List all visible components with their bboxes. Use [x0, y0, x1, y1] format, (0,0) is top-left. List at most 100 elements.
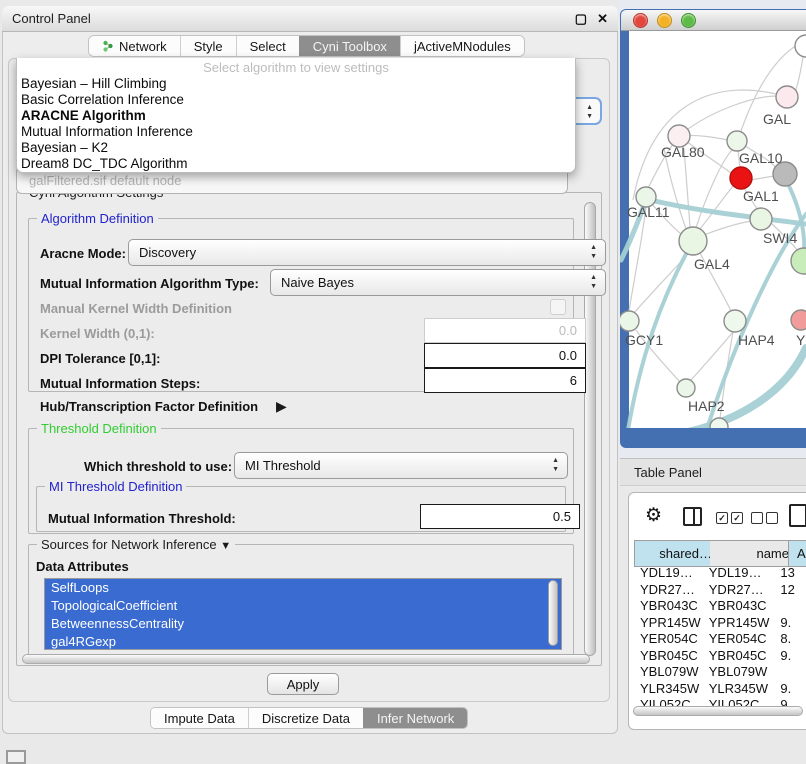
table-row[interactable]: YPR145WYPR145W9.	[634, 615, 806, 632]
data-attributes-list[interactable]: SelfLoopsTopologicalCoefficientBetweenne…	[44, 578, 562, 650]
mi-threshold-input[interactable]: 0.5	[420, 504, 580, 529]
aracne-mode-combo[interactable]: Discovery ▲▼	[128, 239, 606, 266]
table-header-name[interactable]: name	[710, 540, 798, 567]
table-row[interactable]: YBL079WYBL079W	[634, 664, 806, 681]
zoom-traffic-light-icon[interactable]	[681, 13, 696, 28]
tab-jactivemnodules[interactable]: jActiveMNodules	[400, 36, 524, 56]
attribute-item-topologicalcoefficient[interactable]: TopologicalCoefficient	[45, 597, 561, 615]
sources-title-text: Sources for Network Inference	[41, 537, 217, 552]
dpi-tolerance-value: 0.0	[559, 348, 577, 363]
network-window-titlebar[interactable]	[621, 10, 806, 31]
table-row[interactable]: YBR043CYBR043C	[634, 598, 806, 615]
tab-style[interactable]: Style	[180, 36, 236, 56]
bottom-tab-discretize-data[interactable]: Discretize Data	[248, 708, 363, 728]
data-attributes-label: Data Attributes	[36, 559, 129, 574]
table-row[interactable]: YER054CYER054C8.	[634, 631, 806, 648]
network-node-gcy1[interactable]	[620, 311, 639, 331]
node-label-gal10: GAL10	[739, 150, 783, 166]
network-node-hap4[interactable]	[724, 310, 746, 332]
attribute-item-selfloops[interactable]: SelfLoops	[45, 579, 561, 597]
unchecked-columns-icon[interactable]	[751, 512, 778, 524]
hub-definition-label: Hub/Transcription Factor Definition	[40, 399, 258, 414]
float-window-icon[interactable]: ▢	[575, 11, 587, 27]
apply-button-label: Apply	[287, 677, 320, 692]
network-node-gal4[interactable]	[679, 227, 707, 255]
manual-kernel-checkbox[interactable]	[550, 299, 566, 315]
expand-arrow-icon[interactable]: ▼	[220, 540, 231, 552]
table-horizontal-scrollbar[interactable]	[633, 706, 803, 716]
bottom-tab-impute-data[interactable]: Impute Data	[151, 708, 248, 728]
which-threshold-combo[interactable]: MI Threshold ▲▼	[234, 452, 568, 479]
cell-shared-name: YPR145W	[634, 615, 705, 632]
algorithm-option-bayesian-hill-climbing[interactable]: Bayesian – Hill Climbing	[17, 76, 575, 92]
network-node-swi4[interactable]	[750, 208, 772, 230]
collapse-arrow-icon[interactable]: ▶	[276, 398, 287, 415]
cell-shared-name: YER054C	[634, 631, 705, 648]
algorithm-option-basic-correlation-inference[interactable]: Basic Correlation Inference	[17, 92, 575, 108]
network-node-gal10[interactable]	[727, 131, 747, 151]
control-panel-titlebar: Control Panel ▢ ✕	[2, 6, 618, 32]
node-label-gal1: GAL1	[743, 188, 779, 204]
algorithm-option-aracne-algorithm[interactable]: ARACNE Algorithm	[17, 108, 575, 124]
network-node-hap2[interactable]	[677, 379, 695, 397]
table-header-third[interactable]: A	[788, 540, 806, 567]
sources-group-title: Sources for Network Inference ▼	[37, 537, 235, 552]
attribute-item-gal4rgexp[interactable]: gal4RGexp	[45, 633, 561, 650]
network-canvas[interactable]: GALGAL80GAL10GAL1GAL11SWI4GAL4GCY1HAP4YH…	[620, 31, 806, 428]
which-threshold-value: MI Threshold	[245, 458, 321, 473]
combo-stepper-icon: ▲▼	[590, 273, 597, 291]
split-columns-icon[interactable]	[683, 507, 702, 526]
kernel-width-input[interactable]: 0.0	[424, 318, 586, 343]
attributes-list-scrollbar[interactable]	[548, 580, 558, 646]
mi-type-combo[interactable]: Naive Bayes ▲▼	[270, 269, 606, 296]
checked-columns-icon[interactable]: ✓ ✓	[716, 512, 743, 524]
dpi-tolerance-input[interactable]: 0.0	[424, 343, 586, 368]
bottom-tab-infer-network[interactable]: Infer Network	[363, 708, 467, 728]
mi-type-value: Naive Bayes	[281, 275, 354, 290]
table-panel-titlebar: Table Panel	[620, 458, 806, 486]
attribute-item-betweennesscentrality[interactable]: BetweennessCentrality	[45, 615, 561, 633]
kernel-width-value: 0.0	[559, 323, 577, 338]
manual-kernel-label: Manual Kernel Width Definition	[40, 301, 232, 316]
cell-name: YBR045C	[705, 648, 775, 665]
mi-threshold-group-title: MI Threshold Definition	[45, 479, 186, 494]
combo-stepper-icon: ▲▼	[586, 103, 593, 121]
gear-icon[interactable]: ⚙	[645, 505, 662, 527]
table-header-shared-name[interactable]: shared…	[634, 540, 721, 567]
apply-button[interactable]: Apply	[267, 673, 339, 695]
table-row[interactable]: YDL19…YDL19…13	[634, 565, 806, 582]
dpi-tolerance-label: DPI Tolerance [0,1]:	[40, 351, 160, 366]
document-icon[interactable]	[789, 504, 806, 527]
network-node-y[interactable]	[791, 310, 806, 330]
network-node-gal[interactable]	[776, 86, 798, 108]
node-label-y: Y	[796, 332, 806, 348]
tab-cyni-toolbox[interactable]: Cyni Toolbox	[299, 36, 400, 56]
tab-label: jActiveMNodules	[414, 39, 511, 54]
table-row[interactable]: YDR27…YDR27…12	[634, 582, 806, 599]
table-row[interactable]: YLR345WYLR345W9.	[634, 681, 806, 698]
close-icon[interactable]: ✕	[597, 11, 608, 27]
network-node-gal1[interactable]	[730, 167, 752, 189]
cell-value: 9.	[774, 615, 806, 632]
tab-label: Cyni Toolbox	[313, 39, 387, 54]
threshold-definition-title: Threshold Definition	[37, 421, 161, 436]
algorithm-option-dream8-dc-tdc-algorithm[interactable]: Dream8 DC_TDC Algorithm	[17, 156, 575, 172]
algorithm-dropdown-list: Select algorithm to view settings Bayesi…	[16, 58, 576, 173]
tab-label: Style	[194, 39, 223, 54]
minimize-traffic-light-icon[interactable]	[657, 13, 672, 28]
node-label-gal4: GAL4	[694, 256, 730, 272]
cell-value	[774, 664, 806, 681]
close-traffic-light-icon[interactable]	[633, 13, 648, 28]
mi-steps-input[interactable]: 6	[424, 368, 586, 393]
settings-horizontal-scrollbar[interactable]	[22, 654, 590, 664]
tab-select[interactable]: Select	[236, 36, 299, 56]
table-row[interactable]: YBR045CYBR045C9.	[634, 648, 806, 665]
algorithm-option-mutual-information-inference[interactable]: Mutual Information Inference	[17, 124, 575, 140]
control-panel-tabbar: Network Style Select Cyni Toolbox jActiveMNo…	[88, 35, 525, 57]
which-threshold-label: Which threshold to use:	[84, 459, 232, 474]
node-label-hap4: HAP4	[738, 332, 775, 348]
node-label-hap2: HAP2	[688, 398, 725, 414]
algorithm-option-bayesian-k2[interactable]: Bayesian – K2	[17, 140, 575, 156]
network-icon	[102, 40, 114, 52]
tab-network[interactable]: Network	[89, 36, 180, 56]
